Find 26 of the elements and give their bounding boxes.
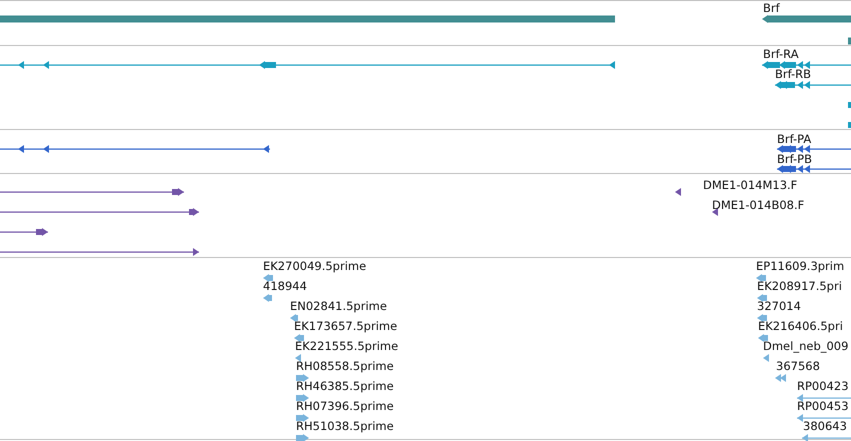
feature-label: EK216406.5pri: [758, 319, 843, 333]
feature-label: RH51038.5prime: [296, 419, 394, 433]
gene-bar: [848, 36, 851, 46]
feature-label: DME1-014M13.F: [703, 178, 798, 192]
feature-label: EN02841.5prime: [290, 299, 387, 313]
feature-label: RH07396.5prime: [296, 399, 394, 413]
feature-label: 418944: [263, 279, 307, 293]
feature-label: 327014: [757, 299, 801, 313]
feature-label: Dmel_neb_009: [763, 339, 848, 353]
feature-label: RH46385.5prime: [296, 379, 394, 393]
feature-label: DME1-014B08.F: [712, 198, 804, 212]
feature-label: 367568: [776, 359, 820, 373]
feature-label: Brf: [763, 1, 780, 15]
feature-label: EK270049.5prime: [263, 259, 366, 273]
feature-label: 380643: [803, 419, 847, 433]
feature-label: RP00453: [797, 399, 849, 413]
feature-label: Brf-RA: [763, 47, 799, 61]
feature-label: EK208917.5pri: [757, 279, 842, 293]
feature-label: EK221555.5prime: [295, 339, 398, 353]
feature-label: EP11609.3prim: [756, 259, 844, 273]
feature-label: Brf-RB: [775, 67, 812, 81]
feature-label: EK173657.5prime: [294, 319, 398, 333]
feature-label: RH08558.5prime: [296, 359, 394, 373]
feature-label: Brf-PA: [777, 132, 812, 146]
feature-label: RP00423: [797, 379, 849, 393]
feature-label: Brf-PB: [777, 152, 812, 166]
